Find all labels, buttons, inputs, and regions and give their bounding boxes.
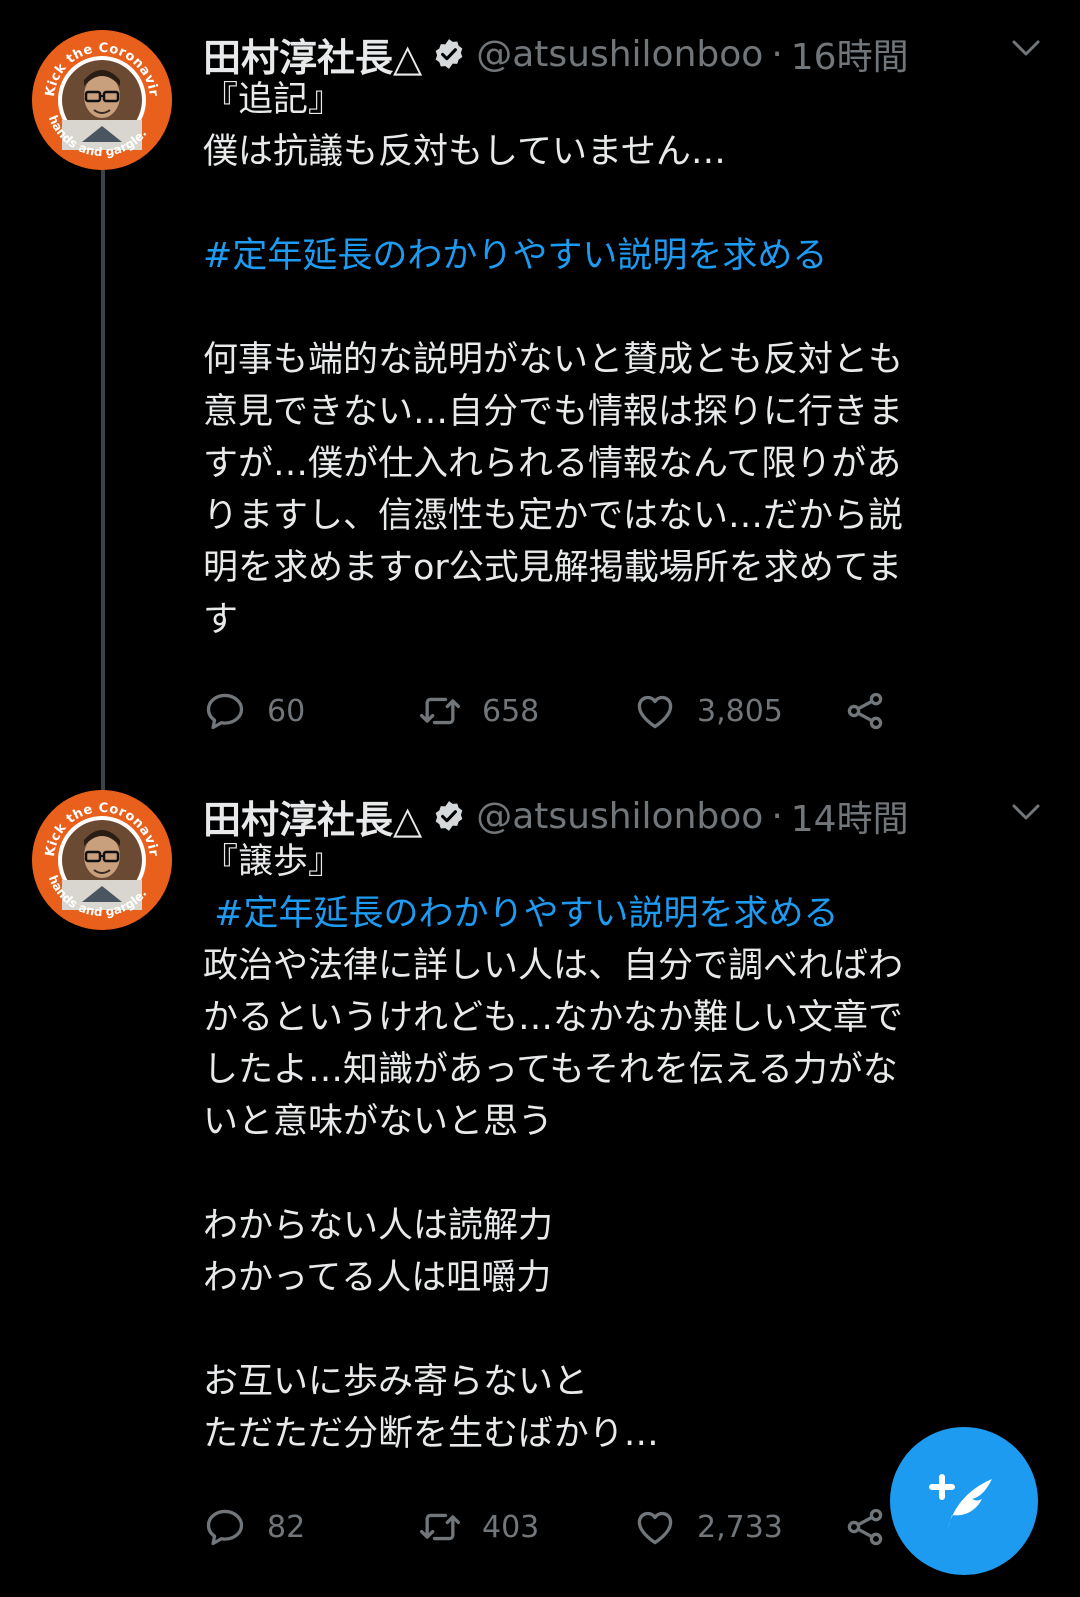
tweet-text-line: すが…僕が仕入れられる情報なんて限りがあ — [203, 444, 902, 484]
compose-feather-icon — [929, 1474, 992, 1529]
share-icon — [847, 692, 883, 730]
compose-tweet-button[interactable] — [890, 1427, 1038, 1575]
tweet-text: 『譲歩』 #定年延長のわかりやすい説明を求める 政治や法律に詳しい人は、自分で調… — [203, 836, 1043, 1460]
hashtag-link[interactable]: #定年延長のわかりやすい説明を求める — [203, 888, 1043, 940]
tweet-timestamp[interactable]: 16時間 — [791, 28, 909, 80]
tweet-actions: 60 658 3,805 — [203, 686, 923, 736]
header-separator: · — [771, 795, 783, 837]
tweet-text-line: わからない人は読解力 — [203, 1206, 554, 1246]
avatar[interactable]: Kick the Coronavirus. hands and gargle. — [32, 30, 172, 170]
tweet-timestamp[interactable]: 14時間 — [791, 790, 909, 842]
verified-badge-icon — [435, 39, 463, 69]
tweet-text-line: 意見できない…自分でも情報は探りに行きま — [203, 392, 904, 432]
heart-icon — [637, 1511, 673, 1545]
tweet-text-line: 何事も端的な説明がないと賛成とも反対とも — [203, 340, 904, 380]
tweet-text-line — [203, 178, 1043, 230]
share-icon — [847, 1508, 883, 1546]
reply-button[interactable]: 82 — [203, 1502, 305, 1552]
avatar[interactable]: Kick the Coronavirus. hands and gargle. — [32, 790, 172, 930]
verified-badge-icon — [435, 801, 463, 831]
reply-count: 60 — [267, 693, 306, 729]
tweet-actions: 82 403 2,733 — [203, 1502, 923, 1552]
tweet[interactable]: Kick the Coronavirus. hands and gargle. … — [0, 0, 1080, 790]
chevron-down-icon[interactable] — [1008, 800, 1044, 824]
share-button[interactable] — [843, 686, 907, 736]
like-button[interactable]: 3,805 — [633, 686, 783, 736]
user-handle[interactable]: @atsushilonboo — [476, 796, 763, 837]
reply-icon — [206, 693, 244, 730]
tweet-text-line: す — [203, 600, 239, 640]
retweet-button[interactable]: 403 — [418, 1502, 539, 1552]
tweet-text-line: 『追記』 — [203, 80, 344, 120]
tweet-text-line: お互いに歩み寄らないと — [203, 1362, 589, 1402]
tweet-text-line: 政治や法律に詳しい人は、自分で調べればわ — [203, 946, 904, 986]
heart-icon — [637, 695, 673, 729]
tweet-text-line: 明を求めますor公式見解掲載場所を求めてま — [203, 548, 903, 588]
tweet-text-line: わかってる人は咀嚼力 — [203, 1258, 552, 1298]
tweet-text: 『追記』 僕は抗議も反対もしていません… #定年延長のわかりやすい説明を求める … — [203, 74, 1043, 646]
tweet-text-line — [203, 282, 1043, 334]
hashtag-link[interactable]: #定年延長のわかりやすい説明を求める — [203, 230, 1043, 282]
like-button[interactable]: 2,733 — [633, 1502, 783, 1552]
tweet-text-line — [203, 1148, 1043, 1200]
reply-button[interactable]: 60 — [203, 686, 305, 736]
like-count: 3,805 — [697, 693, 783, 729]
header-separator: · — [771, 33, 783, 75]
tweet-text-line: りますし、信憑性も定かではない…だから説 — [203, 496, 904, 536]
retweet-count: 658 — [482, 693, 540, 729]
tweet-text-line: したよ…知識があってもそれを伝える力がな — [203, 1050, 898, 1090]
tweet-text-line: 僕は抗議も反対もしていません… — [203, 132, 726, 172]
reply-count: 82 — [267, 1509, 306, 1545]
tweet-text-line: 『譲歩』 — [203, 842, 344, 882]
tweet-text-line: いと意味がないと思う — [203, 1102, 554, 1142]
reply-icon — [206, 1509, 244, 1546]
retweet-count: 403 — [482, 1509, 540, 1545]
chevron-down-icon[interactable] — [1008, 36, 1044, 60]
retweet-icon — [420, 697, 460, 725]
tweet-text-line — [203, 1304, 1043, 1356]
retweet-button[interactable]: 658 — [418, 686, 539, 736]
tweet-text-line: かるというけれども…なかなか難しい文章で — [203, 998, 904, 1038]
retweet-icon — [420, 1513, 460, 1541]
like-count: 2,733 — [697, 1509, 783, 1545]
user-handle[interactable]: @atsushilonboo — [476, 34, 763, 75]
